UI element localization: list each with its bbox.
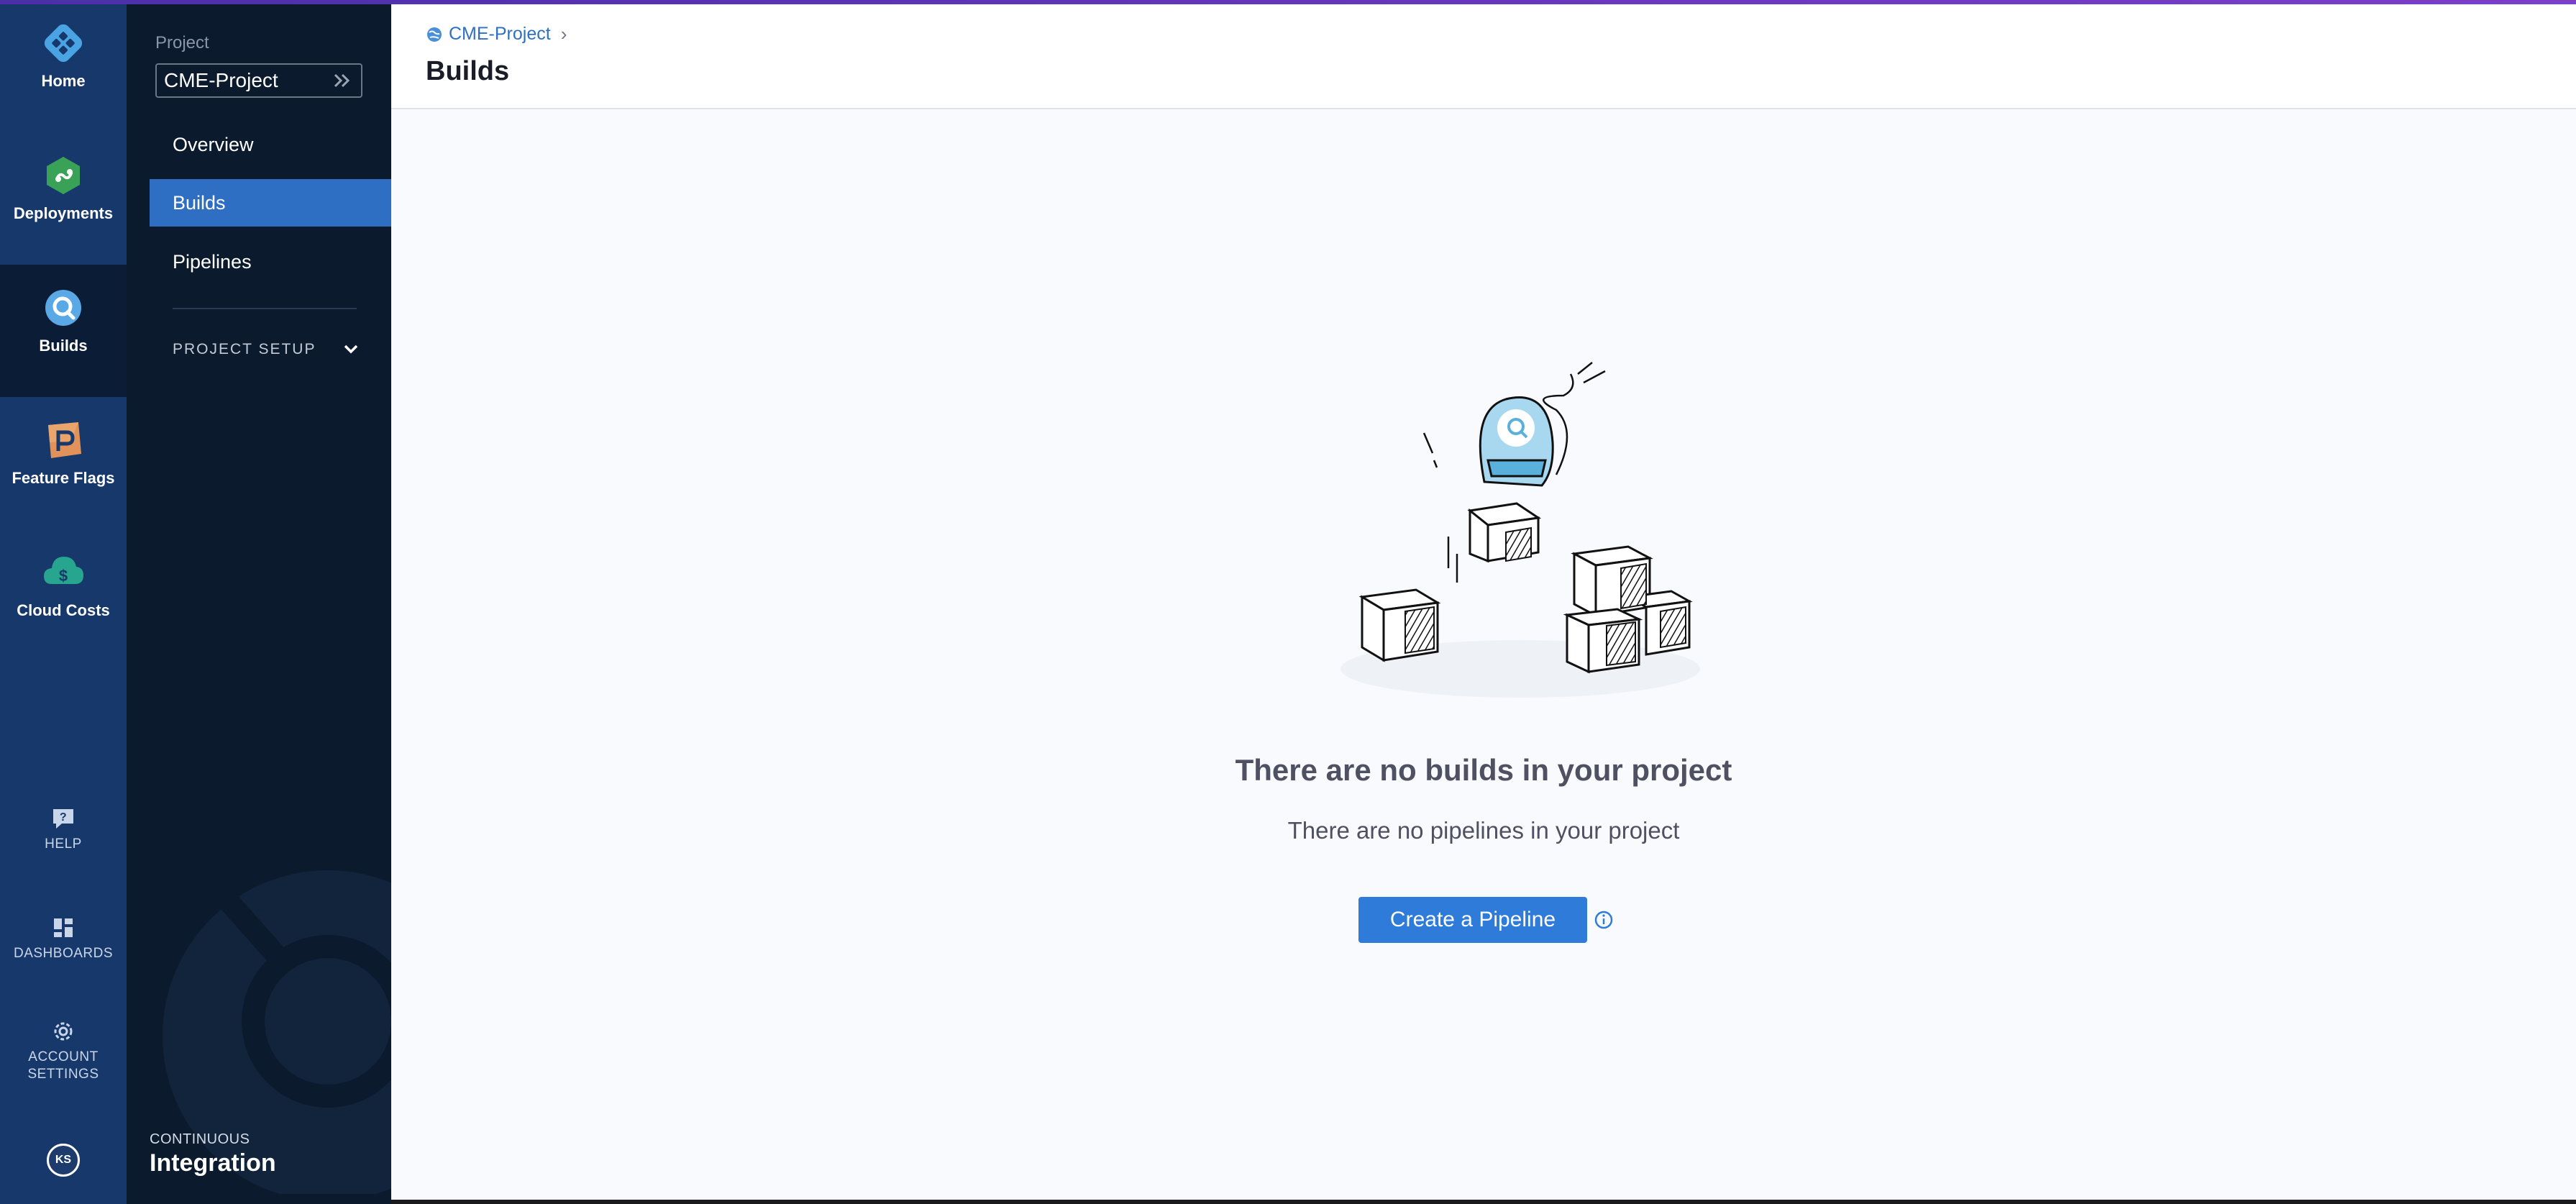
project-setup-label: PROJECT SETUP: [173, 341, 316, 357]
page-title: Builds: [426, 56, 510, 86]
rail-item-home[interactable]: Home: [0, 0, 127, 132]
rail-item-builds[interactable]: Builds: [0, 265, 127, 397]
rail-label-feature-flags: Feature Flags: [12, 469, 115, 487]
feature-flags-icon: [42, 419, 85, 462]
module-name-small: CONTINUOUS: [150, 1131, 250, 1147]
rail-item-cloud-costs[interactable]: $ Cloud Costs: [0, 529, 127, 662]
user-avatar[interactable]: KS: [47, 1144, 80, 1177]
project-selector-value: CME-Project: [164, 69, 278, 91]
project-selector[interactable]: CME-Project: [155, 63, 362, 98]
deployments-icon: [42, 154, 85, 197]
gear-icon: [49, 1017, 78, 1046]
empty-state-subtitle: There are no pipelines in your project: [1287, 817, 1680, 844]
breadcrumb-chevron-icon: ›: [560, 23, 567, 45]
empty-builds-illustration: [1340, 362, 1700, 698]
help-button[interactable]: ? HELP: [0, 804, 127, 853]
rail-item-deployments[interactable]: Deployments: [0, 132, 127, 265]
chevron-down-icon: [344, 345, 358, 354]
help-icon: ?: [49, 804, 78, 833]
create-pipeline-button[interactable]: Create a Pipeline: [1358, 897, 1587, 943]
harness-logo-icon: [42, 22, 85, 65]
project-globe-icon: [427, 27, 442, 42]
info-icon[interactable]: [1594, 910, 1614, 930]
empty-state-title: There are no builds in your project: [1235, 753, 1732, 787]
breadcrumb[interactable]: CME-Project ›: [426, 23, 567, 45]
window-bottom-edge: [391, 1200, 2576, 1204]
nav-item-builds[interactable]: Builds: [150, 179, 391, 227]
rail-label-cloud-costs: Cloud Costs: [17, 601, 110, 619]
module-name-large: Integration: [150, 1149, 276, 1177]
nav-item-overview[interactable]: Overview: [150, 121, 391, 168]
svg-text:?: ?: [60, 811, 67, 824]
breadcrumb-project[interactable]: CME-Project: [449, 24, 551, 45]
help-label: HELP: [45, 836, 82, 852]
account-settings-button[interactable]: ACCOUNT SETTINGS: [0, 1017, 127, 1083]
svg-text:$: $: [59, 567, 68, 585]
dashboards-button[interactable]: DASHBOARDS: [0, 913, 127, 962]
project-label: Project: [155, 33, 209, 53]
page-header: CME-Project › Builds: [391, 0, 2576, 109]
rail-label-builds: Builds: [39, 337, 88, 355]
dashboards-icon: [49, 913, 78, 942]
rail-label-deployments: Deployments: [13, 204, 114, 222]
double-chevron-right-icon: [334, 73, 350, 88]
cloud-costs-icon: $: [42, 551, 85, 594]
account-settings-label-line2: SETTINGS: [27, 1067, 99, 1082]
main-content: CME-Project › Builds There are no builds…: [391, 0, 2576, 1204]
builds-icon: [42, 286, 85, 329]
sidebar-divider: [173, 308, 357, 309]
account-settings-label-line1: ACCOUNT: [28, 1049, 99, 1064]
project-setup-toggle[interactable]: PROJECT SETUP: [173, 338, 360, 361]
rail-item-feature-flags[interactable]: Feature Flags: [0, 397, 127, 529]
nav-item-pipelines[interactable]: Pipelines: [150, 238, 391, 286]
rail-label-home: Home: [41, 72, 86, 90]
module-rail: Home Deployments Builds Feature Flags $ …: [0, 0, 127, 1204]
project-sidebar: Project CME-Project Overview Builds Pipe…: [127, 0, 391, 1204]
dashboards-label: DASHBOARDS: [13, 946, 114, 961]
top-accent-bar: [0, 0, 2576, 4]
